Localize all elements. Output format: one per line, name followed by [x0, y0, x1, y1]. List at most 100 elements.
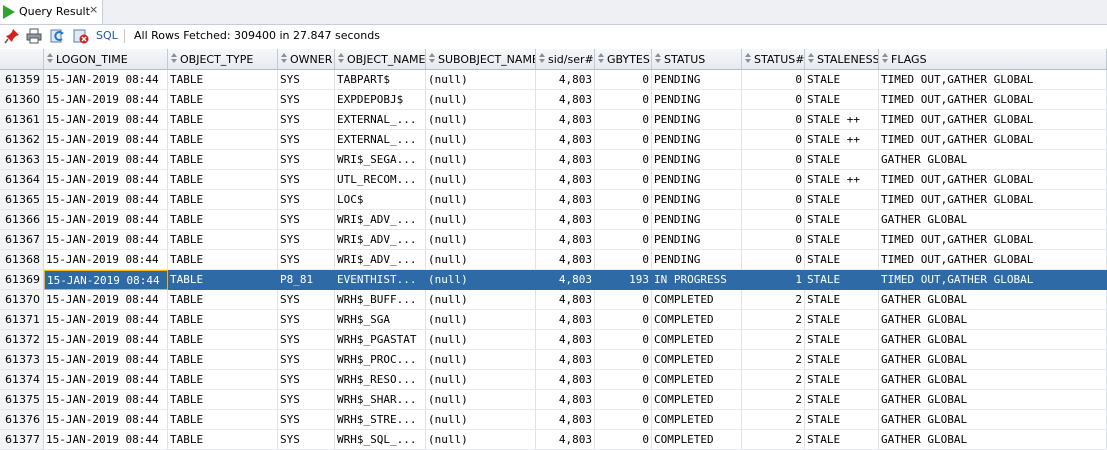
sort-icon[interactable] [338, 53, 345, 64]
cell-logon-time[interactable]: 15-JAN-2019 08:44 [44, 170, 168, 190]
cell-owner[interactable]: SYS [278, 350, 335, 370]
cell-status[interactable]: COMPLETED [652, 430, 742, 450]
cell-staleness[interactable]: STALE [805, 390, 879, 410]
cell-owner[interactable]: SYS [278, 250, 335, 270]
cell-object-name[interactable]: WRI$_SEGA... [335, 150, 426, 170]
cell-flags[interactable]: GATHER GLOBAL [879, 370, 1107, 390]
cell-object-type[interactable]: TABLE [168, 430, 278, 450]
cell-owner[interactable]: SYS [278, 430, 335, 450]
cell-logon-time[interactable]: 15-JAN-2019 08:44 [44, 70, 168, 90]
cell-logon-time[interactable]: 15-JAN-2019 08:44 [44, 370, 168, 390]
table-row[interactable]: 61364 15-JAN-2019 08:44 TABLE SYS UTL_RECOM.… [0, 170, 1107, 190]
cell-object-type[interactable]: TABLE [168, 210, 278, 230]
cell-owner[interactable]: SYS [278, 150, 335, 170]
cell-status[interactable]: 0 [742, 70, 805, 90]
cell-gbytes[interactable]: 0 [595, 390, 652, 410]
cell-object-type[interactable]: TABLE [168, 130, 278, 150]
cell-status[interactable]: IN PROGRESS [652, 270, 742, 290]
cell-object-name[interactable]: WRH$_SHAR... [335, 390, 426, 410]
cell-sid-ser[interactable]: 4,803 [536, 430, 595, 450]
cell-flags[interactable]: GATHER GLOBAL [879, 310, 1107, 330]
cell-subobject-name[interactable]: (null) [426, 230, 536, 250]
cell-flags[interactable]: GATHER GLOBAL [879, 390, 1107, 410]
table-row[interactable]: 61363 15-JAN-2019 08:44 TABLE SYS WRI$_SEGA.… [0, 150, 1107, 170]
cell-object-type[interactable]: TABLE [168, 350, 278, 370]
table-row[interactable]: 61374 15-JAN-2019 08:44 TABLE SYS WRH$_RESO.… [0, 370, 1107, 390]
cell-logon-time[interactable]: 15-JAN-2019 08:44 [44, 310, 168, 330]
cell-object-type[interactable]: TABLE [168, 230, 278, 250]
cell-owner[interactable]: SYS [278, 90, 335, 110]
cell-status[interactable]: 0 [742, 230, 805, 250]
cell-flags[interactable]: GATHER GLOBAL [879, 290, 1107, 310]
cell-gbytes[interactable]: 0 [595, 350, 652, 370]
cell-gbytes[interactable]: 0 [595, 310, 652, 330]
table-row[interactable]: 61377 15-JAN-2019 08:44 TABLE SYS WRH$_SQL_.… [0, 430, 1107, 450]
cell-object-name[interactable]: WRH$_SQL_... [335, 430, 426, 450]
column-header-flags[interactable]: FLAGS [879, 49, 1107, 70]
cell-sid-ser[interactable]: 4,803 [536, 170, 595, 190]
cell-subobject-name[interactable]: (null) [426, 330, 536, 350]
cell-status[interactable]: PENDING [652, 130, 742, 150]
column-header-sid-ser[interactable]: sid/ser# [536, 49, 595, 70]
cell-object-name[interactable]: EVENTHIST... [335, 270, 426, 290]
cell-owner[interactable]: SYS [278, 330, 335, 350]
cell-status[interactable]: 2 [742, 330, 805, 350]
row-number[interactable]: 61377 [0, 430, 44, 450]
cell-object-type[interactable]: TABLE [168, 290, 278, 310]
row-number[interactable]: 61365 [0, 190, 44, 210]
cell-object-name[interactable]: EXTERNAL_... [335, 130, 426, 150]
cell-status[interactable]: COMPLETED [652, 350, 742, 370]
cell-sid-ser[interactable]: 4,803 [536, 350, 595, 370]
cell-flags[interactable]: TIMED OUT,GATHER GLOBAL [879, 130, 1107, 150]
column-header-gbytes[interactable]: GBYTES [595, 49, 652, 70]
cell-owner[interactable]: SYS [278, 390, 335, 410]
row-number[interactable]: 61371 [0, 310, 44, 330]
tab-query-result[interactable]: Query Result × [0, 0, 103, 24]
cell-gbytes[interactable]: 0 [595, 330, 652, 350]
table-row[interactable]: 61362 15-JAN-2019 08:44 TABLE SYS EXTERNAL_.… [0, 130, 1107, 150]
cell-status[interactable]: 2 [742, 370, 805, 390]
table-row[interactable]: 61365 15-JAN-2019 08:44 TABLE SYS LOC$ (null)… [0, 190, 1107, 210]
table-row[interactable]: 61373 15-JAN-2019 08:44 TABLE SYS WRH$_PROC.… [0, 350, 1107, 370]
row-number[interactable]: 61375 [0, 390, 44, 410]
cell-object-name[interactable]: EXPDEPOBJ$ [335, 90, 426, 110]
sort-icon[interactable] [882, 53, 889, 64]
cell-logon-time[interactable]: 15-JAN-2019 08:44 [44, 390, 168, 410]
cell-sid-ser[interactable]: 4,803 [536, 230, 595, 250]
cell-gbytes[interactable]: 0 [595, 190, 652, 210]
cell-subobject-name[interactable]: (null) [426, 390, 536, 410]
cell-flags[interactable]: TIMED OUT,GATHER GLOBAL [879, 190, 1107, 210]
cell-status[interactable]: PENDING [652, 230, 742, 250]
cell-object-name[interactable]: TABPART$ [335, 70, 426, 90]
cell-flags[interactable]: TIMED OUT,GATHER GLOBAL [879, 110, 1107, 130]
cell-owner[interactable]: SYS [278, 410, 335, 430]
cell-status[interactable]: COMPLETED [652, 370, 742, 390]
cell-logon-time[interactable]: 15-JAN-2019 08:44 [44, 90, 168, 110]
cell-staleness[interactable]: STALE [805, 250, 879, 270]
sort-icon[interactable] [655, 53, 662, 64]
cell-flags[interactable]: TIMED OUT,GATHER GLOBAL [879, 230, 1107, 250]
table-row[interactable]: 61368 15-JAN-2019 08:44 TABLE SYS WRI$_ADV_.… [0, 250, 1107, 270]
cell-gbytes[interactable]: 0 [595, 290, 652, 310]
cell-status[interactable]: COMPLETED [652, 310, 742, 330]
cell-object-name[interactable]: LOC$ [335, 190, 426, 210]
cell-staleness[interactable]: STALE [805, 70, 879, 90]
cell-subobject-name[interactable]: (null) [426, 370, 536, 390]
table-row[interactable]: 61361 15-JAN-2019 08:44 TABLE SYS EXTERNAL_.… [0, 110, 1107, 130]
cell-sid-ser[interactable]: 4,803 [536, 250, 595, 270]
cell-sid-ser[interactable]: 4,803 [536, 290, 595, 310]
cell-object-name[interactable]: WRI$_ADV_... [335, 230, 426, 250]
cell-owner[interactable]: SYS [278, 230, 335, 250]
cell-object-type[interactable]: TABLE [168, 190, 278, 210]
cell-sid-ser[interactable]: 4,803 [536, 130, 595, 150]
cell-gbytes[interactable]: 0 [595, 70, 652, 90]
cell-sid-ser[interactable]: 4,803 [536, 270, 595, 290]
cell-gbytes[interactable]: 0 [595, 170, 652, 190]
cell-gbytes[interactable]: 0 [595, 210, 652, 230]
cell-logon-time[interactable]: 15-JAN-2019 08:44 [44, 210, 168, 230]
cell-object-type[interactable]: TABLE [168, 150, 278, 170]
sort-icon[interactable] [429, 53, 436, 64]
cell-logon-time[interactable]: 15-JAN-2019 08:44 [44, 150, 168, 170]
cell-owner[interactable]: SYS [278, 370, 335, 390]
cell-status[interactable]: PENDING [652, 90, 742, 110]
